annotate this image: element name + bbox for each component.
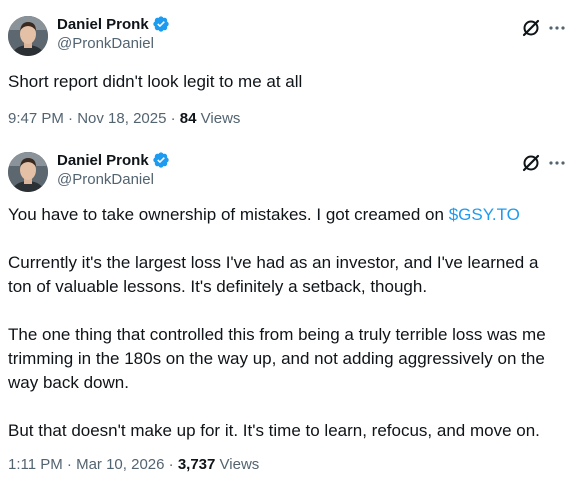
views-count: 84 <box>179 110 197 127</box>
author-block: Daniel Pronk @PronkDaniel <box>57 150 170 188</box>
tweet-paragraph: You have to take ownership of mistakes. … <box>8 203 564 227</box>
author-handle[interactable]: @PronkDaniel <box>57 35 170 52</box>
views-count: 3,737 <box>177 456 216 473</box>
author-name[interactable]: Daniel Pronk <box>57 152 149 169</box>
tweet-text: You have to take ownership of mistakes. … <box>8 203 564 443</box>
avatar[interactable] <box>8 152 48 192</box>
author-name[interactable]: Daniel Pronk <box>57 16 149 33</box>
tweet-meta: 9:47 PM · Nov 18, 2025 · 84 Views <box>8 110 240 127</box>
views-label: Views <box>219 456 260 473</box>
author-block: Daniel Pronk @PronkDaniel <box>57 14 170 52</box>
tweet-date[interactable]: Mar 10, 2026 <box>76 456 164 473</box>
views-label: Views <box>200 110 241 127</box>
tweet-text: Short report didn't look legit to me at … <box>8 70 564 94</box>
meta-separator: · <box>168 456 174 473</box>
tweet-paragraph: The one thing that controlled this from … <box>8 325 546 392</box>
meta-separator: · <box>68 110 74 127</box>
meta-separator: · <box>170 110 176 127</box>
paragraph-text: You have to take ownership of mistakes. … <box>8 205 449 224</box>
meta-separator: · <box>66 456 72 473</box>
tweet-paragraph: But that doesn't make up for it. It's ti… <box>8 421 540 440</box>
more-icon[interactable] <box>546 17 568 39</box>
verified-badge-icon <box>152 15 170 33</box>
tweet[interactable]: Daniel Pronk @PronkDaniel You have to ta… <box>0 140 574 484</box>
grok-icon[interactable] <box>520 152 542 174</box>
cashtag-link[interactable]: $GSY.TO <box>449 205 520 224</box>
author-handle[interactable]: @PronkDaniel <box>57 171 170 188</box>
more-icon[interactable] <box>546 152 568 174</box>
tweet-paragraph: Short report didn't look legit to me at … <box>8 72 303 91</box>
avatar[interactable] <box>8 16 48 56</box>
tweet-paragraph: Currently it's the largest loss I've had… <box>8 253 539 296</box>
tweet-meta: 1:11 PM · Mar 10, 2026 · 3,737 Views <box>8 456 259 473</box>
thread: Daniel Pronk @PronkDaniel Short report d… <box>0 0 574 484</box>
verified-badge-icon <box>152 151 170 169</box>
tweet-time[interactable]: 9:47 PM <box>8 110 64 127</box>
tweet[interactable]: Daniel Pronk @PronkDaniel Short report d… <box>0 0 574 140</box>
tweet-time[interactable]: 1:11 PM <box>8 456 63 473</box>
grok-icon[interactable] <box>520 17 542 39</box>
tweet-date[interactable]: Nov 18, 2025 <box>77 110 166 127</box>
